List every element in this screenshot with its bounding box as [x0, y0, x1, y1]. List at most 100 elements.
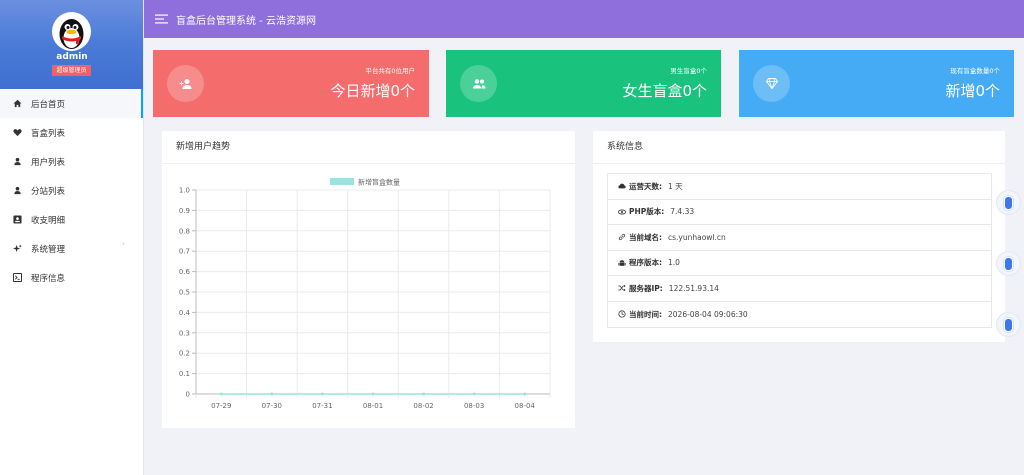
- x-tick-label: 08-03: [464, 402, 484, 410]
- sidebar-nav: 后台首页 盲盒列表 用户列表 分站列表 收支明细 系统管理 ˅ 程序信息: [0, 89, 143, 292]
- sparkle-icon: [13, 244, 22, 253]
- x-tick-label: 08-01: [363, 402, 383, 410]
- chart-panel: 新增用户趋势 新增盲盒数量 0 0.1 0.2 0.3 0.4 0.5 0.6 0.7 0.8 0.…: [162, 131, 575, 428]
- data-point: [422, 392, 426, 396]
- y-tick-label: 0.1: [179, 370, 190, 378]
- terminal-icon: [13, 273, 22, 282]
- stat-card-value: 女生盲盒0个: [622, 82, 707, 100]
- stat-card-caption: 平台共有0位用户: [365, 67, 415, 75]
- info-value: 1 天: [668, 181, 683, 191]
- sidebar-item-label: 系统管理: [31, 244, 66, 255]
- info-row-days: 运营天数: 1 天: [608, 174, 991, 200]
- avatar[interactable]: [52, 12, 91, 51]
- data-point: [371, 392, 375, 396]
- info-value: 2026-08-04 09:06:30: [668, 309, 748, 319]
- stat-card-caption: 男生盲盒0个: [670, 67, 707, 75]
- system-info-title: 系统信息: [593, 131, 1005, 164]
- diamond-icon: [765, 78, 778, 89]
- sidebar-item-transactions[interactable]: 收支明细: [0, 205, 143, 234]
- id-card-icon: [13, 215, 22, 224]
- y-tick-label: 0.2: [179, 350, 190, 358]
- y-tick-label: 0.7: [179, 248, 190, 256]
- stat-card-value: 今日新增0个: [330, 82, 415, 100]
- legend-swatch: [330, 178, 354, 185]
- cloud-icon: [618, 183, 626, 189]
- stat-card-value: 新增0个: [945, 82, 1000, 100]
- user-trend-chart: 新增盲盒数量 0 0.1 0.2 0.3 0.4 0.5 0.6 0.7 0.8 0.9 1.0 07-…: [179, 178, 551, 410]
- users-icon: [472, 78, 485, 88]
- profile-header: admin 超级管理员: [0, 0, 143, 89]
- eye-icon: [618, 209, 626, 215]
- info-key-label: 程序版本:: [629, 258, 662, 268]
- info-value: cs.yunhaowl.cn: [668, 232, 726, 242]
- admin-role-badge: 超级管理员: [52, 65, 91, 76]
- sidebar-item-program-info[interactable]: 程序信息: [0, 263, 143, 292]
- y-tick-label: 0.6: [179, 268, 191, 276]
- x-tick-label: 08-02: [413, 402, 433, 410]
- info-row-version: 程序版本: 1.0: [608, 251, 991, 276]
- sidebar-item-substations[interactable]: 分站列表: [0, 176, 143, 205]
- home-icon: [13, 99, 22, 108]
- qq-penguin-icon: [59, 19, 84, 49]
- sidebar-item-label: 分站列表: [31, 186, 66, 197]
- system-info-panel: 系统信息 运营天数: 1 天 PHP版本: 7.4.33 当前域名: cs.yu…: [593, 131, 1005, 342]
- info-key-label: 运营天数:: [629, 181, 662, 191]
- sidebar-item-users[interactable]: 用户列表: [0, 147, 143, 176]
- x-tick-label: 07-30: [262, 402, 282, 410]
- info-key-label: 服务器IP:: [629, 283, 663, 293]
- user-add-icon: [179, 78, 191, 89]
- info-value: 122.51.93.14: [668, 283, 719, 293]
- data-point: [320, 392, 324, 396]
- page-title: 盲盒后台管理系统 - 云浩资源网: [176, 15, 316, 27]
- y-tick-label: 0.8: [179, 227, 190, 235]
- mouse-icon: [1004, 317, 1013, 332]
- y-tick-label: 0: [186, 391, 190, 399]
- y-tick-label: 1.0: [179, 187, 190, 195]
- android-icon: [618, 259, 626, 266]
- y-tick-label: 0.9: [179, 207, 190, 215]
- info-value: 7.4.33: [670, 207, 695, 217]
- sidebar-item-label: 盲盒列表: [31, 128, 66, 139]
- chevron-down-icon: ˅: [122, 243, 125, 250]
- x-tick-label: 07-29: [211, 402, 231, 410]
- sidebar-item-label: 程序信息: [31, 273, 66, 284]
- sidebar-item-boxes[interactable]: 盲盒列表: [0, 118, 143, 147]
- sidebar-item-home[interactable]: 后台首页: [0, 89, 143, 118]
- mouse-icon: [1004, 256, 1013, 271]
- topbar: 盲盒后台管理系统 - 云浩资源网: [144, 0, 1024, 38]
- info-value: 1.0: [668, 258, 680, 268]
- admin-name: admin: [56, 52, 88, 62]
- chart-panel-title: 新增用户趋势: [162, 131, 575, 164]
- data-point: [270, 392, 274, 396]
- system-info-table: 运营天数: 1 天 PHP版本: 7.4.33 当前域名: cs.yunhaow…: [607, 173, 992, 328]
- menu-toggle-icon[interactable]: [155, 14, 168, 24]
- info-row-domain: 当前域名: cs.yunhaowl.cn: [608, 225, 991, 251]
- info-row-php: PHP版本: 7.4.33: [608, 200, 991, 225]
- stat-card-gender: 男生盲盒0个 女生盲盒0个: [446, 50, 721, 117]
- y-tick-label: 0.4: [179, 309, 191, 317]
- clock-icon: [618, 310, 626, 318]
- user-icon: [14, 157, 21, 166]
- info-key-label: 当前时间:: [629, 309, 662, 319]
- stat-card-caption: 现有盲盒数量0个: [950, 67, 1000, 75]
- sidebar-item-label: 后台首页: [31, 99, 66, 110]
- user-icon: [14, 186, 21, 195]
- float-action-button[interactable]: [996, 312, 1021, 337]
- data-point: [219, 392, 223, 396]
- legend-label: 新增盲盒数量: [358, 178, 400, 187]
- float-action-button[interactable]: [996, 190, 1021, 215]
- info-row-server-ip: 服务器IP: 122.51.93.14: [608, 276, 991, 302]
- info-row-time: 当前时间: 2026-08-04 09:06:30: [608, 302, 991, 328]
- y-tick-label: 0.3: [179, 329, 190, 337]
- sidebar-item-label: 收支明细: [31, 215, 66, 226]
- data-point: [523, 392, 527, 396]
- link-icon: [618, 234, 626, 241]
- shuffle-icon: [618, 285, 626, 292]
- stat-card-users: 平台共有0位用户 今日新增0个: [153, 50, 429, 117]
- y-tick-label: 0.5: [179, 289, 190, 297]
- heart-icon: [13, 129, 22, 137]
- sidebar-item-system[interactable]: 系统管理 ˅: [0, 234, 143, 263]
- sidebar: admin 超级管理员 后台首页 盲盒列表 用户列表 分站列表 收支明细 系统管…: [0, 0, 144, 475]
- info-key-label: PHP版本:: [629, 207, 665, 217]
- float-action-button[interactable]: [996, 251, 1021, 276]
